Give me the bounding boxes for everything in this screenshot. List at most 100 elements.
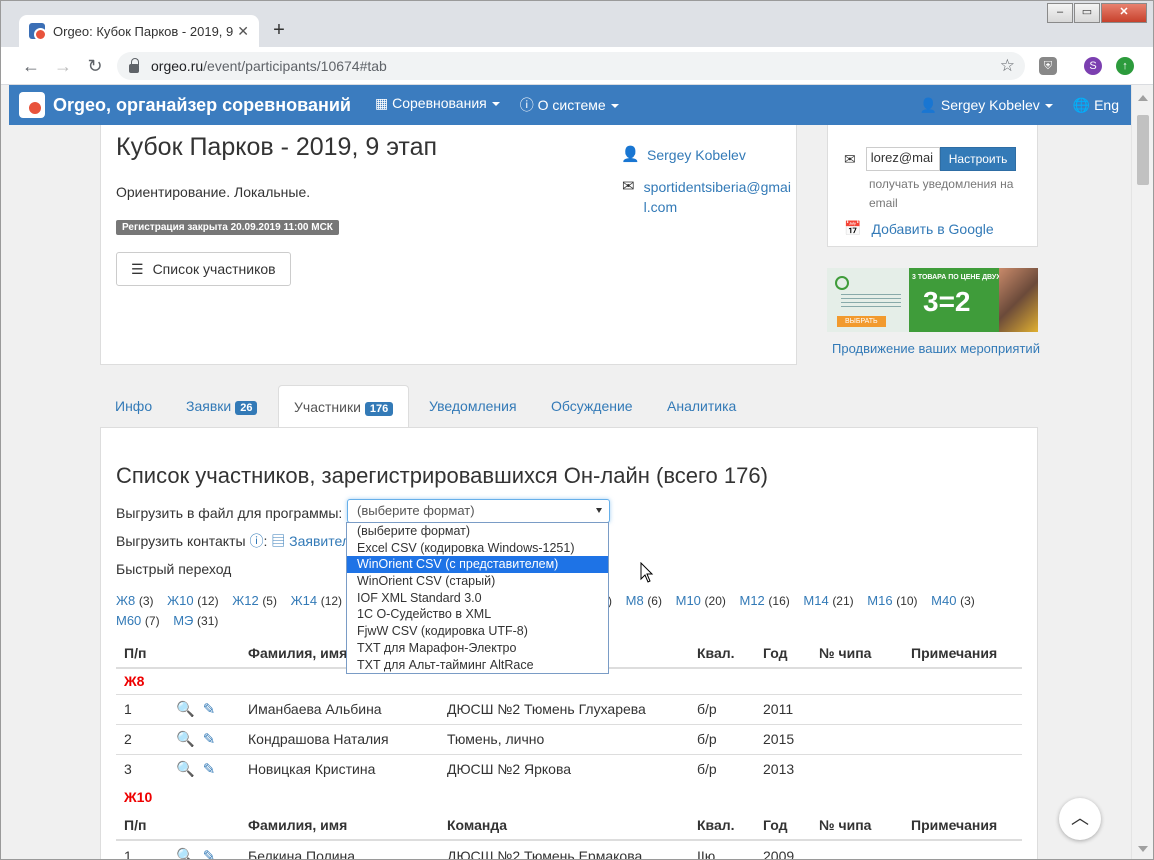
- organizer-link[interactable]: Sergey Kobelev: [647, 145, 746, 165]
- scrollbar-thumb[interactable]: [1137, 115, 1149, 185]
- profile-avatar[interactable]: S: [1084, 57, 1102, 75]
- export-option-highlighted[interactable]: WinOrient CSV (с представителем): [347, 556, 608, 574]
- export-option[interactable]: (выберите формат): [347, 523, 608, 540]
- tab-applications[interactable]: Заявки 26: [171, 385, 272, 427]
- back-button[interactable]: ←: [19, 54, 43, 78]
- chevron-up-icon: ︿: [1071, 808, 1089, 828]
- search-icon[interactable]: 🔍: [176, 701, 195, 718]
- search-icon[interactable]: 🔍: [176, 761, 195, 778]
- participant-team: ДЮСШ №2 Яркова: [439, 753, 689, 784]
- add-to-google-link[interactable]: Добавить в Google: [871, 221, 993, 237]
- pencil-icon[interactable]: ✎: [203, 761, 216, 778]
- ad-banner[interactable]: ВЫБРАТЬ 3 ТОВАРА ПО ЦЕНЕ ДВУХ 3=2: [827, 268, 1038, 332]
- group-link-m60[interactable]: М60: [116, 613, 141, 628]
- calendar-icon: ▦: [374, 95, 393, 111]
- group-link-m8[interactable]: М8: [626, 593, 644, 608]
- col-header-actions: [168, 810, 240, 841]
- export-contacts: Выгрузить контакты ⓘ: ▤ Заявител: [116, 533, 350, 549]
- new-tab-button[interactable]: +: [267, 19, 291, 43]
- address-bar[interactable]: orgeo.ru/event/participants/10674#tab ☆: [117, 52, 1025, 80]
- maximize-button[interactable]: ▭: [1074, 3, 1100, 23]
- group-link-m14[interactable]: М14: [803, 593, 828, 608]
- participants-list-button[interactable]: ☰ Список участников: [116, 252, 291, 286]
- select-arrow-icon: [596, 508, 602, 513]
- participant-notes: [903, 753, 1022, 784]
- page-scrollbar[interactable]: [1131, 85, 1153, 859]
- promotion-link[interactable]: Продвижение ваших мероприятий: [832, 341, 1040, 356]
- scroll-to-top-button[interactable]: ︿: [1059, 798, 1101, 840]
- tab-notifications[interactable]: Уведомления: [414, 385, 532, 427]
- tab-title: Orgeo: Кубок Парков - 2019, 9 э: [53, 23, 233, 39]
- tab-analytics[interactable]: Аналитика: [652, 385, 751, 427]
- export-option[interactable]: IOF XML Standard 3.0: [347, 590, 608, 607]
- export-option[interactable]: FjwW CSV (кодировка UTF-8): [347, 623, 608, 640]
- export-option[interactable]: Excel CSV (кодировка Windows-1251): [347, 540, 608, 557]
- group-link-zh12[interactable]: Ж12: [232, 593, 258, 608]
- export-option[interactable]: TXT для Альт-тайминг AltRace: [347, 657, 608, 674]
- col-header-number: П/п: [116, 638, 168, 669]
- export-label: Выгрузить в файл для программы:: [116, 505, 343, 521]
- group-link-zh10[interactable]: Ж10: [167, 593, 193, 608]
- ad-button[interactable]: ВЫБРАТЬ: [837, 316, 886, 327]
- pencil-icon[interactable]: ✎: [203, 848, 216, 860]
- menu-competitions[interactable]: ▦ Соревнования: [375, 95, 500, 115]
- caret-down-icon: [610, 104, 619, 109]
- subscribe-panel: ✉ lorez@mai Настроить получать уведомлен…: [827, 85, 1038, 247]
- group-link-m40[interactable]: М40: [931, 593, 956, 608]
- col-header-qual: Квал.: [689, 810, 755, 841]
- col-header-qual: Квал.: [689, 638, 755, 669]
- tab-participants[interactable]: Участники 176: [278, 385, 410, 428]
- tab-close-icon[interactable]: ✕: [237, 23, 249, 40]
- user-menu[interactable]: 👤 Sergey Kobelev: [920, 97, 1053, 114]
- group-count: (12): [320, 594, 343, 608]
- scroll-down-icon[interactable]: [1138, 846, 1148, 852]
- search-icon[interactable]: 🔍: [176, 731, 195, 748]
- export-applicants-link[interactable]: Заявител: [289, 533, 350, 549]
- group-link-zh8[interactable]: Ж8: [116, 593, 135, 608]
- bookmark-star-icon[interactable]: ☆: [1000, 56, 1015, 76]
- export-option[interactable]: 1С О-Судейство в XML: [347, 606, 608, 623]
- notify-set-button[interactable]: Настроить: [939, 147, 1017, 171]
- orgeo-logo-icon[interactable]: [19, 92, 45, 118]
- language-switch[interactable]: 🌐 Eng: [1073, 97, 1119, 114]
- close-window-button[interactable]: ✕: [1101, 3, 1147, 23]
- menu-about-label: О системе: [537, 97, 606, 113]
- table-row: 1 🔍 ✎ Иманбаева Альбина ДЮСШ №2 Тюмень Гл…: [116, 693, 1022, 724]
- tab-discussion[interactable]: Обсуждение: [536, 385, 648, 427]
- site-brand[interactable]: Orgeo, органайзер соревнований: [53, 95, 351, 116]
- participant-notes: [903, 723, 1022, 754]
- minimize-button[interactable]: –: [1047, 3, 1073, 23]
- export-format-select[interactable]: (выберите формат): [347, 499, 610, 523]
- notify-email-input[interactable]: lorez@mai: [865, 147, 940, 171]
- export-option[interactable]: WinOrient CSV (старый): [347, 573, 608, 590]
- update-extension-icon[interactable]: ↑: [1116, 57, 1134, 75]
- user-icon: 👤: [919, 96, 938, 113]
- row-number: 1: [116, 693, 168, 724]
- calendar-check-icon: 📅: [844, 220, 862, 236]
- applications-count-badge: 26: [235, 401, 258, 415]
- pencil-icon[interactable]: ✎: [203, 731, 216, 748]
- shield-extension-icon[interactable]: ⛨: [1039, 57, 1057, 75]
- forward-button[interactable]: →: [51, 54, 75, 78]
- scroll-up-icon[interactable]: [1138, 95, 1148, 101]
- browser-tab[interactable]: Orgeo: Кубок Парков - 2019, 9 э ✕: [19, 15, 259, 47]
- group-link-zh14[interactable]: Ж14: [291, 593, 317, 608]
- participant-chip: [811, 723, 903, 754]
- group-link-m10[interactable]: М10: [676, 593, 701, 608]
- group-link-me[interactable]: МЭ: [173, 613, 193, 628]
- group-link-m12[interactable]: М12: [740, 593, 765, 608]
- participant-name: Кондрашова Наталия: [240, 723, 439, 754]
- email-link[interactable]: sportidentsiberia@gmail.com: [644, 177, 791, 217]
- help-icon[interactable]: ⓘ: [249, 533, 263, 549]
- participant-chip: [811, 753, 903, 784]
- search-icon[interactable]: 🔍: [176, 848, 195, 860]
- table-header-row: П/п Фамилия, имя Команда Квал. Год № чип…: [116, 810, 1022, 841]
- tab-info[interactable]: Инфо: [100, 385, 167, 427]
- export-option[interactable]: TXT для Марафон-Электро: [347, 640, 608, 657]
- menu-about[interactable]: ⓘ О системе: [520, 95, 619, 115]
- pencil-icon[interactable]: ✎: [203, 701, 216, 718]
- reload-button[interactable]: ↻: [83, 54, 107, 78]
- language-label: Eng: [1094, 96, 1119, 113]
- col-header-chip: № чипа: [811, 638, 903, 669]
- group-link-m16[interactable]: М16: [867, 593, 892, 608]
